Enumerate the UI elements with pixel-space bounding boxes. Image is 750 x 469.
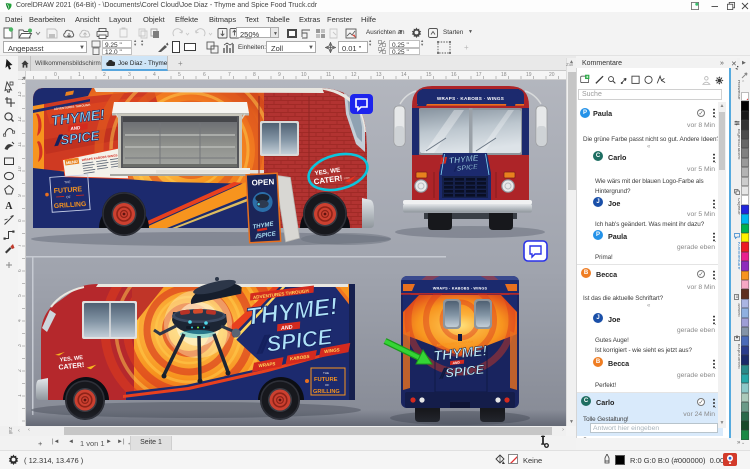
svg-text:OF: OF xyxy=(66,195,71,199)
svg-text:THE: THE xyxy=(323,371,329,375)
svg-text:GRILLING: GRILLING xyxy=(313,389,340,395)
svg-text:WRAPS · KABOBS · WINGS: WRAPS · KABOBS · WINGS xyxy=(437,96,504,101)
svg-text:OF: OF xyxy=(325,383,329,387)
svg-text:WRAPS · KABOBS · WINGS: WRAPS · KABOBS · WINGS xyxy=(433,287,488,291)
svg-text:THE: THE xyxy=(64,180,71,184)
svg-text:A: A xyxy=(5,201,13,212)
svg-text:OPEN: OPEN xyxy=(251,177,274,187)
